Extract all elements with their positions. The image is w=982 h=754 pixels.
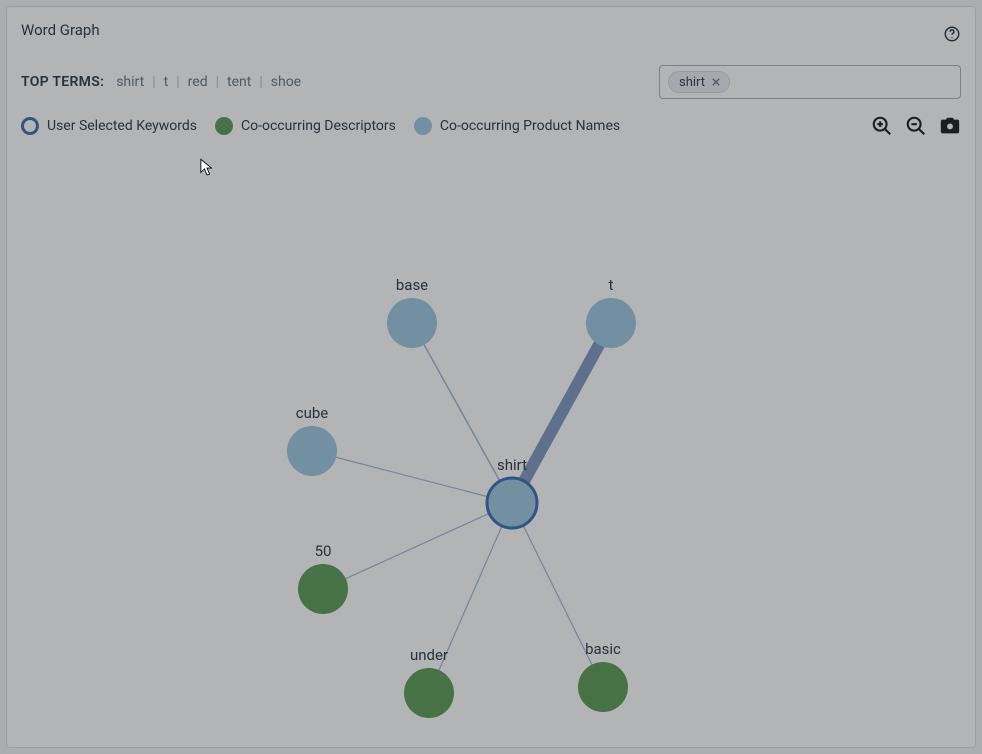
search-chip-label: shirt xyxy=(679,75,705,90)
zoom-in-icon[interactable] xyxy=(871,115,893,137)
word-graph-panel: Word Graph TOP TERMS: shirt | t | red | … xyxy=(6,6,976,748)
graph-node-label: base xyxy=(396,276,428,294)
top-term-item[interactable]: tent xyxy=(225,74,253,90)
top-terms-list: shirt | t | red | tent | shoe xyxy=(114,74,303,90)
search-container: shirt xyxy=(659,65,961,99)
graph-node-descriptor[interactable] xyxy=(298,564,348,614)
legend-swatch-product xyxy=(414,117,432,135)
graph-node-product[interactable] xyxy=(586,298,636,348)
legend-label: Co-occurring Product Names xyxy=(440,118,620,134)
help-icon[interactable] xyxy=(943,25,961,43)
top-term-item[interactable]: red xyxy=(186,74,210,90)
graph-tools xyxy=(871,115,961,137)
graph-canvas[interactable]: shirt t base cube 50 under basic xyxy=(7,157,975,747)
graph-edge xyxy=(412,323,512,503)
search-chip: shirt xyxy=(668,71,730,93)
graph-edge xyxy=(512,323,611,503)
top-term-item[interactable]: shoe xyxy=(269,74,303,90)
panel-title: Word Graph xyxy=(21,21,100,39)
zoom-out-icon[interactable] xyxy=(905,115,927,137)
top-term-item[interactable]: shirt xyxy=(114,74,146,90)
legend-descriptors[interactable]: Co-occurring Descriptors xyxy=(215,117,396,135)
graph-edge xyxy=(512,503,603,687)
legend-swatch-user xyxy=(21,117,39,135)
camera-icon[interactable] xyxy=(939,115,961,137)
legend-swatch-descriptor xyxy=(215,117,233,135)
graph-node-product[interactable] xyxy=(387,298,437,348)
top-term-item[interactable]: t xyxy=(162,74,171,90)
legend-label: Co-occurring Descriptors xyxy=(241,118,396,134)
legend-label: User Selected Keywords xyxy=(47,118,197,134)
graph-node-label: t xyxy=(609,276,614,294)
search-input[interactable]: shirt xyxy=(659,65,961,99)
legend-user-selected[interactable]: User Selected Keywords xyxy=(21,117,197,135)
graph-node-user[interactable] xyxy=(487,478,537,528)
graph-node-label: shirt xyxy=(497,456,527,474)
legend-row: User Selected Keywords Co-occurring Desc… xyxy=(21,115,961,137)
graph-node-descriptor[interactable] xyxy=(578,662,628,712)
graph-edge xyxy=(312,451,512,503)
legend-product-names[interactable]: Co-occurring Product Names xyxy=(414,117,620,135)
graph-svg[interactable]: shirt t base cube 50 under basic xyxy=(7,157,975,747)
panel-header: Word Graph xyxy=(21,21,961,43)
graph-edge xyxy=(323,503,512,589)
graph-node-label: basic xyxy=(585,640,621,658)
graph-node-label: 50 xyxy=(315,542,332,560)
chip-remove-icon[interactable] xyxy=(709,75,723,89)
graph-node-label: cube xyxy=(296,404,329,422)
graph-node-label: under xyxy=(410,646,448,664)
graph-edge xyxy=(429,503,512,693)
top-terms-label: TOP TERMS: xyxy=(21,74,104,90)
top-terms-row: TOP TERMS: shirt | t | red | tent | shoe… xyxy=(21,65,961,99)
graph-node-descriptor[interactable] xyxy=(404,668,454,718)
graph-node-product[interactable] xyxy=(287,426,337,476)
